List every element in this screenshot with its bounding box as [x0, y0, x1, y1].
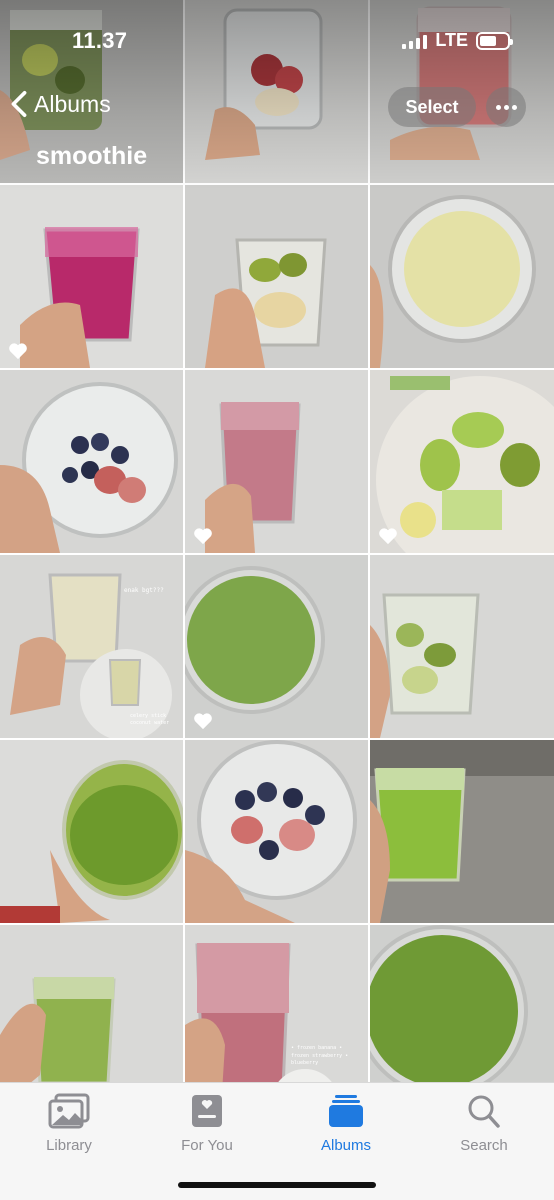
home-indicator[interactable] [178, 1182, 376, 1188]
photo-green-veg-cup[interactable] [370, 555, 554, 738]
tab-library-label: Library [46, 1137, 92, 1154]
photo-library-icon [48, 1093, 90, 1129]
photo-dragonfruit-smoothie[interactable] [0, 185, 183, 368]
albums-icon [329, 1095, 363, 1127]
photo-pink-smoothie-2[interactable]: • frozen banana • frozen strawberry • bl… [185, 925, 368, 1082]
battery-icon [476, 31, 513, 50]
ellipsis-icon[interactable] [486, 87, 526, 127]
photo-kiwi-banana-cup[interactable] [185, 185, 368, 368]
album-title: smoothie [36, 142, 148, 170]
tab-search[interactable]: Search [429, 1093, 539, 1154]
tab-albums-label: Albums [320, 1137, 372, 1154]
photo-strawberry-banana-cup[interactable] [185, 0, 368, 183]
status-time: 11.37 [72, 28, 128, 53]
back-button-label: Albums [34, 90, 111, 117]
network-type: LTE [435, 30, 468, 50]
photo-smoothie-collage[interactable]: enak bgt??? celery stick coconut water [0, 555, 183, 738]
tab-library[interactable]: Library [14, 1093, 124, 1154]
back-button[interactable]: Albums [10, 90, 111, 118]
favorite-heart-icon [193, 527, 213, 545]
photo-pink-smoothie[interactable] [185, 370, 368, 553]
photo-green-smoothie-top[interactable] [185, 555, 368, 738]
tab-albums[interactable]: Albums [291, 1093, 401, 1154]
photo-apple-kiwi-celery-plate[interactable] [370, 370, 554, 553]
photo-green-smoothie-cup[interactable] [0, 740, 183, 923]
tab-search-label: Search [460, 1137, 508, 1154]
cellular-signal-icon [402, 33, 428, 49]
search-icon [468, 1095, 500, 1128]
pink-smoothie-caption: • frozen banana • frozen strawberry • bl… [291, 1045, 349, 1066]
favorite-heart-icon [8, 342, 28, 360]
photo-green-smoothie-top-2[interactable] [370, 925, 554, 1082]
collage-caption-1: enak bgt??? [124, 587, 164, 594]
chevron-left-icon [11, 90, 27, 118]
photo-light-green-smoothie[interactable] [0, 925, 183, 1082]
collage-caption-2: celery stick coconut water [130, 713, 170, 726]
tab-for-you-label: For You [181, 1137, 233, 1154]
favorite-heart-icon [378, 527, 398, 545]
favorite-heart-icon [193, 712, 213, 730]
photo-green-smoothie-wall[interactable] [370, 740, 554, 923]
photo-banana-smoothie-top[interactable] [370, 185, 554, 368]
for-you-icon [192, 1095, 222, 1127]
select-button[interactable]: Select [388, 87, 476, 127]
photo-blueberry-strawberry-cup[interactable] [0, 370, 183, 553]
photo-frozen-berries-cup[interactable] [185, 740, 368, 923]
status-indicators: LTE [402, 30, 513, 51]
tab-for-you[interactable]: For You [152, 1093, 262, 1154]
